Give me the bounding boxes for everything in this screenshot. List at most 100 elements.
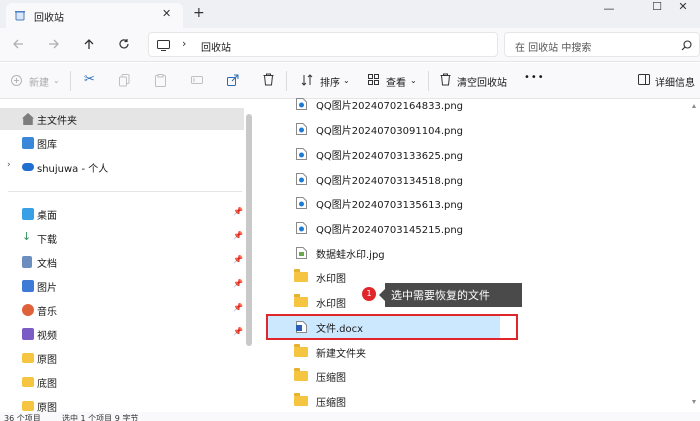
title-bar: 回收站 ✕ + — ☐ ✕ <box>0 0 700 28</box>
empty-recycle-bin-icon <box>440 73 451 86</box>
image-file-icon <box>296 173 307 185</box>
sidebar-item-desktop[interactable]: 桌面 📌 <box>0 203 244 225</box>
highlight-frame <box>266 314 518 340</box>
sidebar-item-label: 下载 <box>37 235 57 246</box>
delete-icon[interactable] <box>263 73 274 86</box>
sidebar-scrollbar[interactable] <box>246 114 252 346</box>
sidebar-item-label: 音乐 <box>37 307 57 318</box>
pictures-icon <box>22 280 34 292</box>
folder-icon <box>294 344 308 357</box>
home-icon <box>22 113 34 125</box>
file-list-scrollbar[interactable] <box>692 104 696 404</box>
sidebar-item-label: 文档 <box>37 259 57 270</box>
folder-icon <box>294 393 308 406</box>
refresh-icon[interactable] <box>118 38 130 50</box>
cut-icon[interactable]: ✂ <box>84 72 95 87</box>
more-options-button[interactable]: ••• <box>524 72 545 83</box>
status-bar: 36 个项目 选中 1 个项目 9 字节 <box>0 412 700 421</box>
sidebar-item-documents[interactable]: 文档 📌 <box>0 251 244 273</box>
forward-arrow-icon[interactable] <box>48 38 60 50</box>
minimize-button[interactable]: — <box>592 2 626 16</box>
close-window-button[interactable]: ✕ <box>666 0 700 14</box>
image-file-icon <box>296 197 307 209</box>
close-tab-icon[interactable]: ✕ <box>162 7 171 20</box>
sidebar-item-downloads[interactable]: ↓ 下载 📌 <box>0 227 244 249</box>
folder-item[interactable]: 压缩图 <box>266 389 500 413</box>
share-icon[interactable] <box>227 74 239 86</box>
file-name: QQ图片20240703091104.png <box>316 126 464 137</box>
pin-icon[interactable]: 📌 <box>233 231 243 240</box>
chevron-down-icon: ⌄ <box>53 76 60 85</box>
file-name: QQ图片20240703135613.png <box>316 200 464 211</box>
file-item[interactable]: 数据蛙水印.jpg <box>266 241 500 265</box>
chevron-right-icon[interactable]: › <box>7 160 11 170</box>
sidebar-item-pictures[interactable]: 图片 📌 <box>0 275 244 297</box>
file-name: 数据蛙水印.jpg <box>316 250 385 261</box>
file-name: 水印图 <box>316 299 346 310</box>
search-placeholder: 在 回收站 中搜索 <box>515 43 592 54</box>
toolbar-divider <box>286 71 287 91</box>
new-tab-button[interactable]: + <box>193 5 205 21</box>
sidebar-item-folder[interactable]: 底图 <box>0 371 244 393</box>
pin-icon[interactable]: 📌 <box>233 327 243 336</box>
view-button[interactable]: 查看 <box>386 74 406 89</box>
paste-icon[interactable] <box>155 74 166 87</box>
file-name: 压缩图 <box>316 373 346 384</box>
sidebar-item-home[interactable]: 主文件夹 <box>0 108 244 130</box>
sidebar-item-folder[interactable]: 原图 <box>0 347 244 369</box>
file-item[interactable]: QQ图片20240702164833.png <box>266 92 500 116</box>
file-item[interactable]: QQ图片20240703091104.png <box>266 117 500 141</box>
desktop-icon <box>22 208 34 220</box>
breadcrumb[interactable]: › 回收站 <box>148 32 498 57</box>
back-arrow-icon[interactable] <box>12 38 24 50</box>
breadcrumb-recycle-bin[interactable]: 回收站 <box>201 39 231 54</box>
file-list: QQ图片20240702164833.png QQ图片2024070309110… <box>258 98 700 413</box>
pin-icon[interactable]: 📌 <box>233 207 243 216</box>
image-file-icon <box>296 247 307 259</box>
sidebar-item-gallery[interactable]: 图库 <box>0 132 244 154</box>
sidebar-item-label: 图片 <box>37 283 57 294</box>
file-item[interactable]: QQ图片20240703133625.png <box>266 142 500 166</box>
sidebar-item-videos[interactable]: 视频 📌 <box>0 323 244 345</box>
file-name: QQ图片20240703134518.png <box>316 176 464 187</box>
file-item[interactable]: QQ图片20240703145215.png <box>266 216 500 240</box>
music-icon <box>22 304 34 316</box>
up-arrow-icon[interactable] <box>83 38 95 50</box>
file-name: QQ图片20240702164833.png <box>316 101 464 112</box>
sidebar-item-music[interactable]: 音乐 📌 <box>0 299 244 321</box>
details-button[interactable]: 详细信息 <box>655 74 695 89</box>
file-name: 新建文件夹 <box>316 349 366 360</box>
file-name: QQ图片20240703133625.png <box>316 151 464 162</box>
pin-icon[interactable]: 📌 <box>233 255 243 264</box>
new-plus-icon <box>11 75 22 86</box>
address-bar: › 回收站 在 回收站 中搜索 <box>0 28 700 62</box>
tab-recycle-bin[interactable]: 回收站 ✕ <box>6 3 183 28</box>
search-input[interactable]: 在 回收站 中搜索 <box>504 32 700 57</box>
file-name: 水印图 <box>316 274 346 285</box>
image-file-icon <box>296 123 307 135</box>
folder-icon <box>294 269 308 282</box>
folder-item[interactable]: 压缩图 <box>266 364 500 388</box>
chevron-down-icon: ⌄ <box>343 76 350 85</box>
new-button[interactable]: 新建 <box>29 74 49 89</box>
rename-icon[interactable] <box>191 74 203 86</box>
sidebar-item-label: 图库 <box>37 140 57 151</box>
folder-icon <box>294 294 308 307</box>
file-item[interactable]: QQ图片20240703135613.png <box>266 191 500 215</box>
pin-icon[interactable]: 📌 <box>233 279 243 288</box>
empty-recycle-bin-button[interactable]: 清空回收站 <box>457 74 507 89</box>
pin-icon[interactable]: 📌 <box>233 303 243 312</box>
copy-icon[interactable] <box>119 74 130 87</box>
sidebar-item-label: 主文件夹 <box>37 116 77 127</box>
file-item[interactable]: QQ图片20240703134518.png <box>266 167 500 191</box>
step-badge: 1 <box>362 287 376 301</box>
file-name: QQ图片20240703145215.png <box>316 225 464 236</box>
sidebar-item-onedrive[interactable]: › shujuwa - 个人 <box>0 156 244 178</box>
sort-icon <box>301 74 313 86</box>
sort-button[interactable]: 排序 <box>320 74 340 89</box>
search-icon[interactable] <box>681 40 692 51</box>
folder-item[interactable]: 新建文件夹 <box>266 340 500 364</box>
sidebar-item-label: 桌面 <box>37 211 57 222</box>
download-icon: ↓ <box>22 230 32 243</box>
file-name: 压缩图 <box>316 398 346 409</box>
